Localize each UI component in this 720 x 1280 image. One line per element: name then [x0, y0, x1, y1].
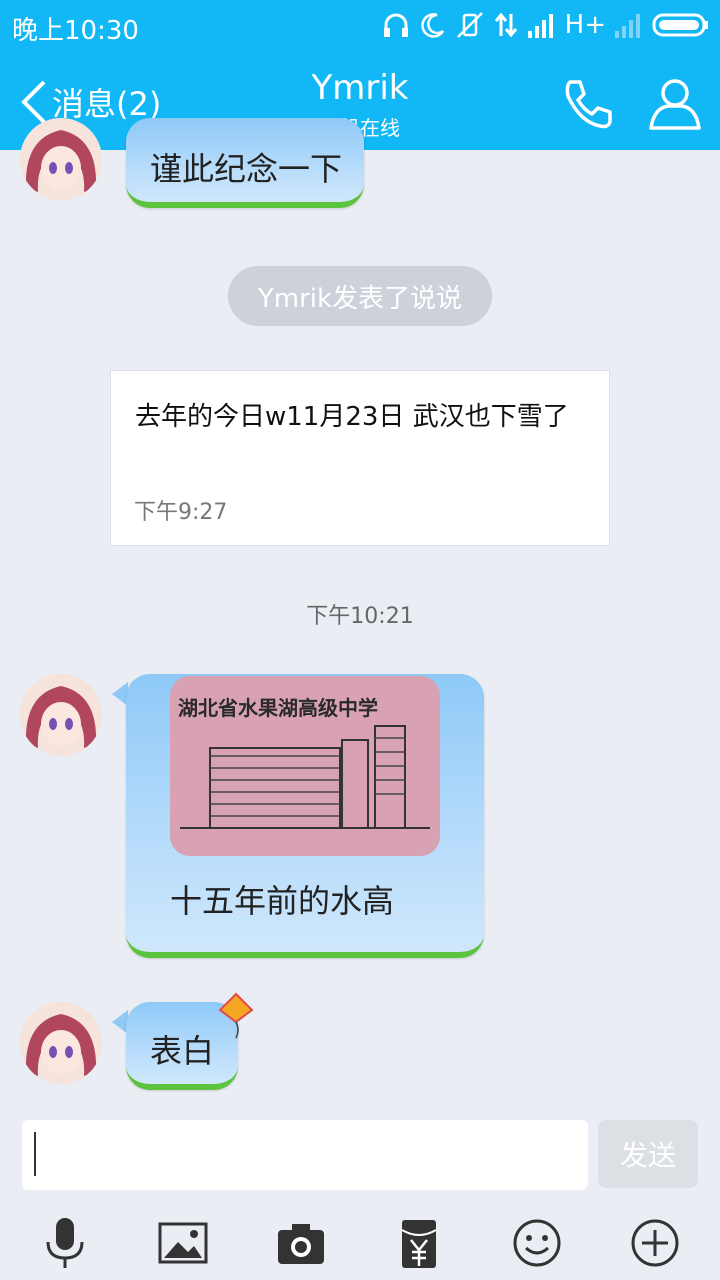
- anime-girl-avatar-icon: [20, 118, 102, 200]
- post-content: 去年的今日w11月23日 武汉也下雪了: [135, 402, 569, 432]
- message-input[interactable]: [22, 1120, 588, 1190]
- status-icons: H+: [381, 8, 710, 42]
- data-transfer-icon: [494, 12, 517, 38]
- network-type: H+: [564, 10, 606, 40]
- school-photo[interactable]: 湖北省水果湖高级中学: [170, 676, 440, 856]
- plus-icon[interactable]: [626, 1214, 684, 1272]
- message-text: 谨此纪念一下: [150, 150, 343, 188]
- phone-call-button[interactable]: [560, 76, 616, 132]
- headphones-icon: [383, 13, 408, 37]
- emoji-icon[interactable]: [508, 1214, 566, 1272]
- image-icon[interactable]: [154, 1214, 212, 1272]
- status-bar: 晚上10:30 H+: [0, 0, 720, 50]
- send-button[interactable]: 发送: [598, 1120, 698, 1188]
- profile-button[interactable]: [646, 74, 704, 132]
- status-time: 晚上10:30: [12, 16, 139, 46]
- anime-girl-avatar-icon: [20, 674, 102, 756]
- microphone-icon[interactable]: [36, 1214, 94, 1272]
- text-caret: [34, 1132, 36, 1176]
- post-time: 下午9:27: [134, 500, 228, 525]
- title-bar: 晚上10:30 H+ 消息(2) Ymrik 手机在线: [0, 0, 720, 150]
- avatar[interactable]: [20, 118, 102, 200]
- kite-icon: [218, 992, 254, 1039]
- vibrate-off-icon: [456, 12, 483, 38]
- avatar[interactable]: [20, 1002, 102, 1084]
- signal-weak-icon: [615, 14, 640, 38]
- message-bubble[interactable]: 谨此纪念一下: [126, 118, 364, 208]
- message-text: 表白: [150, 1032, 215, 1070]
- message-text: 十五年前的水高: [170, 882, 395, 920]
- moon-icon: [420, 13, 444, 38]
- photo-caption: 湖北省水果湖高级中学: [178, 696, 378, 720]
- message-timestamp: 下午10:21: [306, 604, 414, 629]
- anime-girl-avatar-icon: [20, 1002, 102, 1084]
- red-packet-icon[interactable]: [390, 1214, 448, 1272]
- signal-icon: [527, 14, 553, 38]
- bottom-toolbar: [0, 1206, 720, 1280]
- system-notice[interactable]: Ymrik发表了说说: [228, 266, 492, 326]
- camera-icon[interactable]: [272, 1214, 330, 1272]
- battery-icon: [652, 13, 708, 37]
- avatar[interactable]: [20, 674, 102, 756]
